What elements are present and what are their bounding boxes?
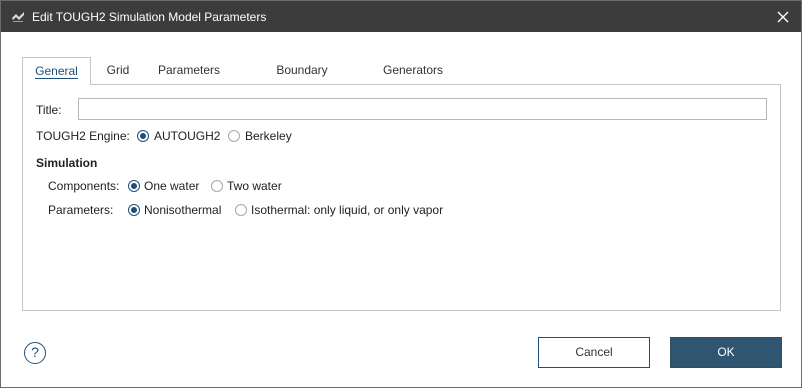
engine-autough2-label: AUTOUGH2 (154, 129, 221, 143)
engine-autough2-radio[interactable] (137, 130, 149, 142)
parameters-label: Parameters: (48, 203, 114, 217)
parameters-nonisothermal-label: Nonisothermal (144, 203, 222, 217)
simulation-heading: Simulation (36, 156, 98, 170)
components-two-water-label: Two water (227, 179, 282, 193)
components-one-water-radio[interactable] (128, 180, 140, 192)
tab-grid-label: Grid (106, 63, 130, 77)
tab-general[interactable]: General (22, 57, 91, 85)
title-label: Title: (36, 103, 62, 117)
parameters-nonisothermal-radio[interactable] (128, 204, 140, 216)
app-logo-icon (12, 12, 24, 22)
parameters-isothermal-label: Isothermal: only liquid, or only vapor (251, 203, 444, 217)
help-icon[interactable]: ? (24, 342, 46, 364)
cancel-button[interactable]: Cancel (538, 337, 650, 368)
components-one-water-label: One water (144, 179, 200, 193)
engine-berkeley-radio[interactable] (228, 130, 240, 142)
ok-button[interactable]: OK (670, 337, 782, 368)
tab-parameters-label: Parameters (157, 63, 221, 77)
tab-bar: General Grid Parameters Boundary Conditi… (22, 57, 782, 103)
engine-berkeley-label: Berkeley (245, 129, 292, 143)
components-label: Components: (48, 179, 120, 193)
close-icon[interactable] (771, 5, 795, 29)
window-title: Edit TOUGH2 Simulation Model Parameters (32, 10, 267, 24)
components-two-water-radio[interactable] (211, 180, 223, 192)
tab-grid[interactable]: Grid (100, 57, 136, 84)
title-input[interactable] (78, 98, 767, 120)
tab-generators-label: Generators (382, 63, 444, 77)
tab-general-label: General (35, 64, 78, 79)
tab-parameters[interactable]: Parameters (154, 57, 224, 84)
dialog-window: Edit TOUGH2 Simulation Model Parameters … (0, 0, 802, 388)
tab-generators[interactable]: Generators (380, 57, 446, 84)
general-panel: Title: TOUGH2 Engine: AUTOUGH2 Berkeley … (22, 84, 781, 311)
title-bar: Edit TOUGH2 Simulation Model Parameters (1, 1, 801, 32)
tab-boundary-conditions[interactable]: Boundary Conditions (247, 57, 357, 103)
parameters-isothermal-radio[interactable] (235, 204, 247, 216)
engine-label: TOUGH2 Engine: (36, 129, 130, 143)
